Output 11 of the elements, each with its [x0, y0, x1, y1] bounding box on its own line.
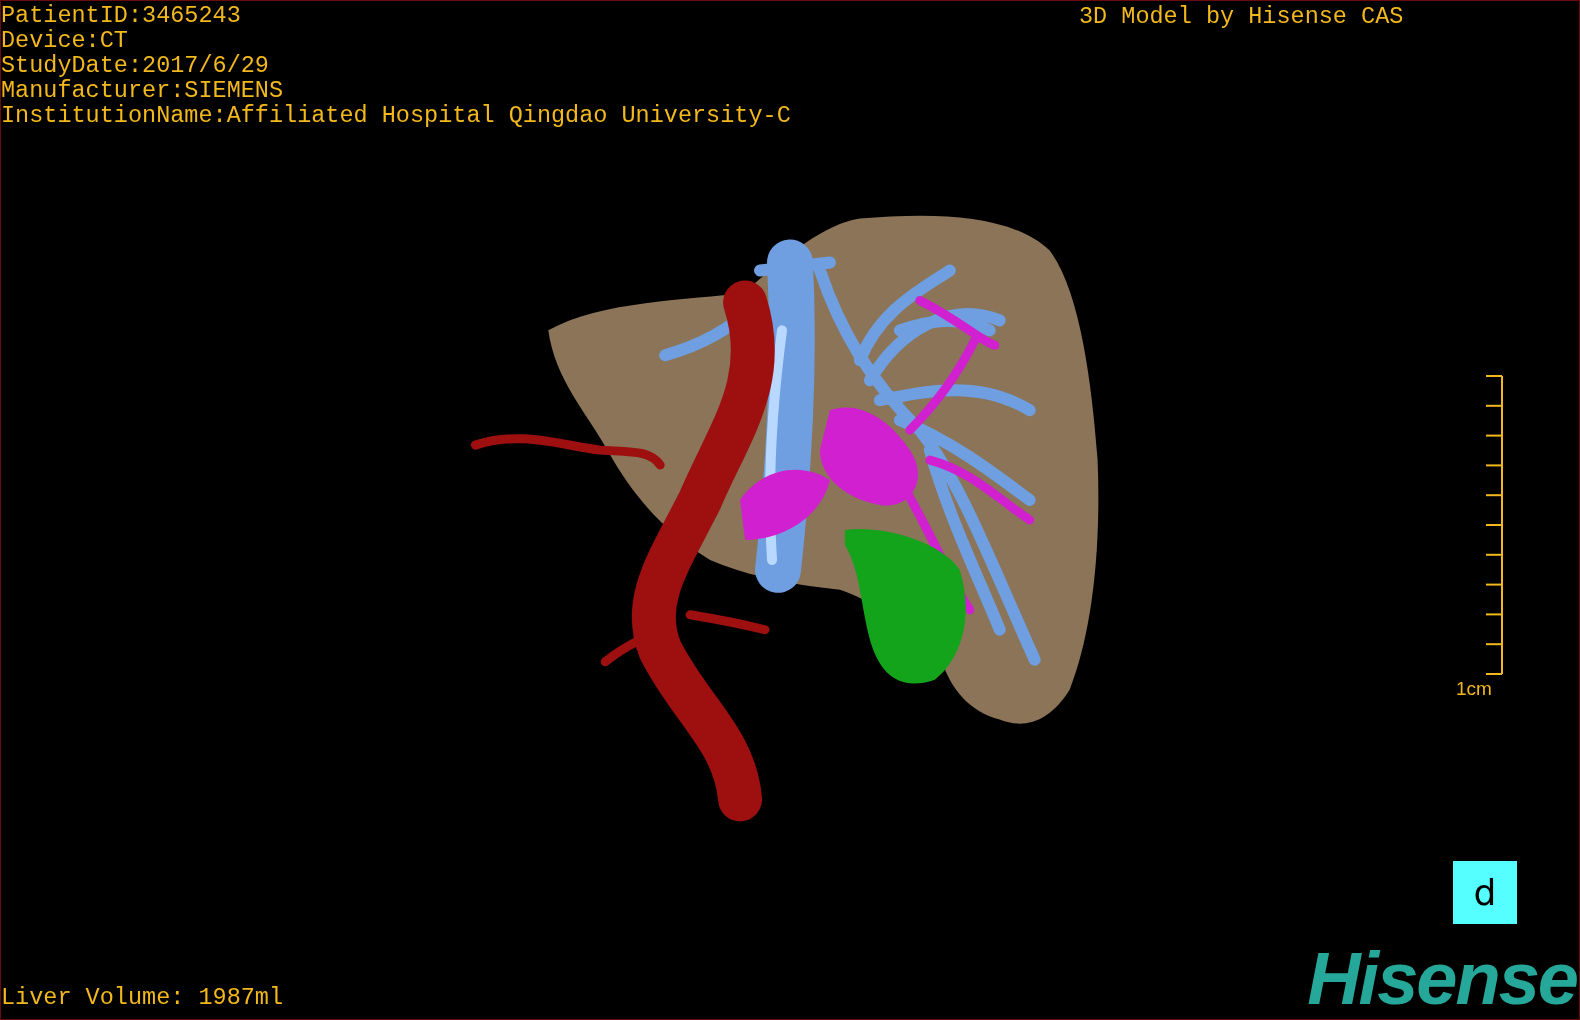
patient-info-text: StudyDate:2017/6/29: [1, 53, 270, 78]
scale-label: 1cm: [1456, 679, 1492, 699]
patient-info-text: Manufacturer:SIEMENS: [1, 78, 285, 103]
panel-label: d: [1453, 861, 1517, 924]
scale-bar-icon: [1485, 375, 1503, 675]
liver-volume-text: Liver Volume: 1987ml: [1, 985, 284, 1010]
patient-info-text: InstitutionName:Affiliated Hospital Qingdao University-C: [1, 103, 791, 128]
patient-info-text: Device:CT: [1, 28, 129, 53]
model-credit-text: 3D Model by Hisense CAS: [1079, 4, 1404, 29]
patient-info-text: PatientID:3465243: [1, 3, 242, 28]
brand-logo: Hisense: [1307, 939, 1577, 1019]
